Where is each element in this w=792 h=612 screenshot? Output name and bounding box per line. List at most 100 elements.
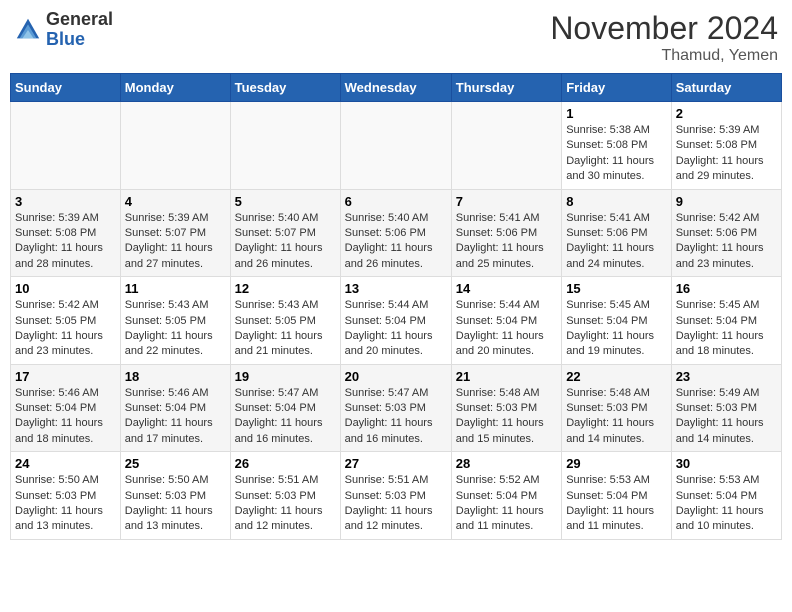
daylight-text: Daylight: 11 hours and 14 minutes. bbox=[676, 417, 764, 444]
sunset-text: Sunset: 5:03 PM bbox=[125, 490, 206, 502]
calendar-week-row: 24 Sunrise: 5:50 AM Sunset: 5:03 PM Dayl… bbox=[11, 452, 782, 540]
daylight-text: Daylight: 11 hours and 23 minutes. bbox=[676, 242, 764, 269]
sunset-text: Sunset: 5:04 PM bbox=[456, 490, 537, 502]
table-row: 21 Sunrise: 5:48 AM Sunset: 5:03 PM Dayl… bbox=[451, 364, 561, 452]
day-number: 16 bbox=[676, 281, 777, 296]
cell-content: Sunrise: 5:44 AM Sunset: 5:04 PM Dayligh… bbox=[345, 298, 447, 360]
day-number: 20 bbox=[345, 369, 447, 384]
table-row: 10 Sunrise: 5:42 AM Sunset: 5:05 PM Dayl… bbox=[11, 277, 121, 365]
sunset-text: Sunset: 5:06 PM bbox=[345, 227, 426, 239]
day-number: 18 bbox=[125, 369, 226, 384]
day-number: 24 bbox=[15, 456, 116, 471]
day-number: 4 bbox=[125, 194, 226, 209]
daylight-text: Daylight: 11 hours and 13 minutes. bbox=[15, 505, 103, 532]
cell-content: Sunrise: 5:45 AM Sunset: 5:04 PM Dayligh… bbox=[566, 298, 667, 360]
calendar-table: Sunday Monday Tuesday Wednesday Thursday… bbox=[10, 73, 782, 540]
daylight-text: Daylight: 11 hours and 18 minutes. bbox=[676, 330, 764, 357]
day-number: 27 bbox=[345, 456, 447, 471]
day-number: 23 bbox=[676, 369, 777, 384]
day-number: 2 bbox=[676, 106, 777, 121]
daylight-text: Daylight: 11 hours and 20 minutes. bbox=[456, 330, 544, 357]
sunrise-text: Sunrise: 5:45 AM bbox=[566, 299, 650, 311]
sunset-text: Sunset: 5:03 PM bbox=[676, 402, 757, 414]
sunset-text: Sunset: 5:06 PM bbox=[676, 227, 757, 239]
month-title: November 2024 bbox=[550, 10, 778, 47]
cell-content: Sunrise: 5:42 AM Sunset: 5:05 PM Dayligh… bbox=[15, 298, 116, 360]
daylight-text: Daylight: 11 hours and 10 minutes. bbox=[676, 505, 764, 532]
calendar-week-row: 3 Sunrise: 5:39 AM Sunset: 5:08 PM Dayli… bbox=[11, 189, 782, 277]
sunset-text: Sunset: 5:04 PM bbox=[125, 402, 206, 414]
day-number: 8 bbox=[566, 194, 667, 209]
sunrise-text: Sunrise: 5:50 AM bbox=[15, 474, 99, 486]
table-row: 28 Sunrise: 5:52 AM Sunset: 5:04 PM Dayl… bbox=[451, 452, 561, 540]
daylight-text: Daylight: 11 hours and 24 minutes. bbox=[566, 242, 654, 269]
day-number: 17 bbox=[15, 369, 116, 384]
cell-content: Sunrise: 5:41 AM Sunset: 5:06 PM Dayligh… bbox=[456, 211, 557, 273]
calendar-header-row: Sunday Monday Tuesday Wednesday Thursday… bbox=[11, 74, 782, 102]
daylight-text: Daylight: 11 hours and 30 minutes. bbox=[566, 155, 654, 182]
calendar-week-row: 10 Sunrise: 5:42 AM Sunset: 5:05 PM Dayl… bbox=[11, 277, 782, 365]
daylight-text: Daylight: 11 hours and 16 minutes. bbox=[235, 417, 323, 444]
table-row: 25 Sunrise: 5:50 AM Sunset: 5:03 PM Dayl… bbox=[120, 452, 230, 540]
day-number: 15 bbox=[566, 281, 667, 296]
day-number: 1 bbox=[566, 106, 667, 121]
cell-content: Sunrise: 5:47 AM Sunset: 5:03 PM Dayligh… bbox=[345, 386, 447, 448]
cell-content: Sunrise: 5:53 AM Sunset: 5:04 PM Dayligh… bbox=[676, 473, 777, 535]
daylight-text: Daylight: 11 hours and 16 minutes. bbox=[345, 417, 433, 444]
sunset-text: Sunset: 5:04 PM bbox=[566, 315, 647, 327]
day-number: 7 bbox=[456, 194, 557, 209]
logo-general-text: General bbox=[46, 9, 113, 29]
daylight-text: Daylight: 11 hours and 13 minutes. bbox=[125, 505, 213, 532]
sunset-text: Sunset: 5:03 PM bbox=[345, 490, 426, 502]
cell-content: Sunrise: 5:46 AM Sunset: 5:04 PM Dayligh… bbox=[15, 386, 116, 448]
table-row: 16 Sunrise: 5:45 AM Sunset: 5:04 PM Dayl… bbox=[671, 277, 781, 365]
table-row: 9 Sunrise: 5:42 AM Sunset: 5:06 PM Dayli… bbox=[671, 189, 781, 277]
table-row: 29 Sunrise: 5:53 AM Sunset: 5:04 PM Dayl… bbox=[562, 452, 672, 540]
cell-content: Sunrise: 5:47 AM Sunset: 5:04 PM Dayligh… bbox=[235, 386, 336, 448]
sunrise-text: Sunrise: 5:44 AM bbox=[345, 299, 429, 311]
location-title: Thamud, Yemen bbox=[550, 47, 778, 65]
table-row: 8 Sunrise: 5:41 AM Sunset: 5:06 PM Dayli… bbox=[562, 189, 672, 277]
daylight-text: Daylight: 11 hours and 21 minutes. bbox=[235, 330, 323, 357]
cell-content: Sunrise: 5:43 AM Sunset: 5:05 PM Dayligh… bbox=[125, 298, 226, 360]
daylight-text: Daylight: 11 hours and 20 minutes. bbox=[345, 330, 433, 357]
cell-content: Sunrise: 5:51 AM Sunset: 5:03 PM Dayligh… bbox=[235, 473, 336, 535]
table-row: 15 Sunrise: 5:45 AM Sunset: 5:04 PM Dayl… bbox=[562, 277, 672, 365]
sunset-text: Sunset: 5:03 PM bbox=[566, 402, 647, 414]
title-area: November 2024 Thamud, Yemen bbox=[550, 10, 778, 65]
sunrise-text: Sunrise: 5:39 AM bbox=[676, 124, 760, 136]
sunrise-text: Sunrise: 5:46 AM bbox=[15, 387, 99, 399]
sunset-text: Sunset: 5:08 PM bbox=[676, 139, 757, 151]
day-number: 25 bbox=[125, 456, 226, 471]
table-row bbox=[451, 102, 561, 190]
sunrise-text: Sunrise: 5:47 AM bbox=[345, 387, 429, 399]
sunrise-text: Sunrise: 5:43 AM bbox=[235, 299, 319, 311]
daylight-text: Daylight: 11 hours and 27 minutes. bbox=[125, 242, 213, 269]
cell-content: Sunrise: 5:44 AM Sunset: 5:04 PM Dayligh… bbox=[456, 298, 557, 360]
table-row: 26 Sunrise: 5:51 AM Sunset: 5:03 PM Dayl… bbox=[230, 452, 340, 540]
calendar-week-row: 17 Sunrise: 5:46 AM Sunset: 5:04 PM Dayl… bbox=[11, 364, 782, 452]
day-number: 19 bbox=[235, 369, 336, 384]
sunset-text: Sunset: 5:05 PM bbox=[235, 315, 316, 327]
cell-content: Sunrise: 5:50 AM Sunset: 5:03 PM Dayligh… bbox=[15, 473, 116, 535]
table-row: 20 Sunrise: 5:47 AM Sunset: 5:03 PM Dayl… bbox=[340, 364, 451, 452]
sunset-text: Sunset: 5:04 PM bbox=[676, 315, 757, 327]
daylight-text: Daylight: 11 hours and 28 minutes. bbox=[15, 242, 103, 269]
day-number: 12 bbox=[235, 281, 336, 296]
sunrise-text: Sunrise: 5:50 AM bbox=[125, 474, 209, 486]
table-row: 22 Sunrise: 5:48 AM Sunset: 5:03 PM Dayl… bbox=[562, 364, 672, 452]
sunset-text: Sunset: 5:03 PM bbox=[345, 402, 426, 414]
col-tuesday: Tuesday bbox=[230, 74, 340, 102]
sunset-text: Sunset: 5:04 PM bbox=[676, 490, 757, 502]
sunrise-text: Sunrise: 5:40 AM bbox=[345, 212, 429, 224]
sunrise-text: Sunrise: 5:38 AM bbox=[566, 124, 650, 136]
table-row: 27 Sunrise: 5:51 AM Sunset: 5:03 PM Dayl… bbox=[340, 452, 451, 540]
table-row: 30 Sunrise: 5:53 AM Sunset: 5:04 PM Dayl… bbox=[671, 452, 781, 540]
day-number: 26 bbox=[235, 456, 336, 471]
day-number: 28 bbox=[456, 456, 557, 471]
sunrise-text: Sunrise: 5:53 AM bbox=[566, 474, 650, 486]
day-number: 10 bbox=[15, 281, 116, 296]
sunset-text: Sunset: 5:08 PM bbox=[15, 227, 96, 239]
cell-content: Sunrise: 5:39 AM Sunset: 5:07 PM Dayligh… bbox=[125, 211, 226, 273]
daylight-text: Daylight: 11 hours and 12 minutes. bbox=[235, 505, 323, 532]
